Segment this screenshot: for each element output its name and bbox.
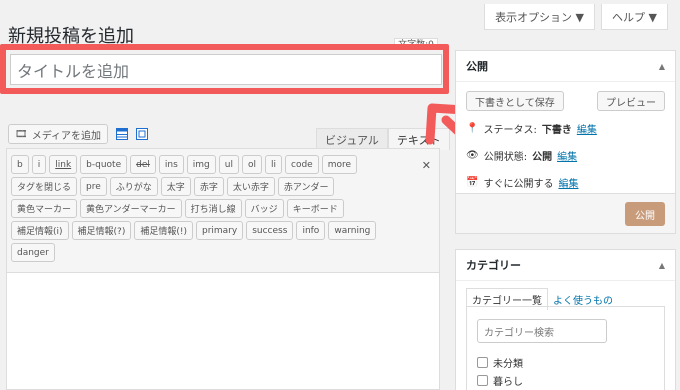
screen-meta-links: 表示オプション ▼ ヘルプ ▼ [484, 4, 668, 30]
visibility-label: 公開状態: [483, 152, 528, 163]
table-icon[interactable] [116, 128, 129, 140]
quicktags-row-3: 黄色マーカー 黄色アンダーマーカー 打ち消し線 バッジ キーボード [11, 199, 435, 218]
quicktag-button[interactable]: pre [80, 177, 107, 196]
quicktag-button[interactable]: 補足情報(!) [134, 221, 193, 240]
quicktag-button[interactable]: 補足情報(i) [11, 221, 69, 240]
status-value: 下書き [541, 125, 572, 136]
quicktags-toolbar: b i link b-quote del ins img ul ol li code more タグを… [7, 149, 439, 273]
quicktag-button[interactable]: 黄色アンダーマーカー [80, 199, 182, 218]
quicktags-row-5: danger [11, 243, 435, 262]
schedule-row: 📅 すぐに公開する 編集 [466, 175, 578, 190]
quicktag-button[interactable]: i [31, 155, 47, 174]
quicktag-button[interactable]: code [285, 155, 319, 174]
publish-box: 公開 ▲ 下書きとして保存 プレビュー 📍 ステータス: 下書き 編集 👁 公開… [455, 50, 676, 234]
checkbox[interactable] [477, 375, 488, 386]
publish-button[interactable]: 公開 [625, 202, 665, 226]
quicktag-button[interactable]: キーボード [286, 199, 344, 218]
help-button[interactable]: ヘルプ ▼ [601, 4, 668, 30]
quicktags-row-1: b i link b-quote del ins img ul ol li code more [11, 155, 435, 174]
quicktag-button[interactable]: b [11, 155, 29, 174]
category-box: カテゴリー ▲ カテゴリー一覧 よく使うもの カテゴリー検索 未分類 暮らし [455, 249, 676, 390]
category-label: 暮らし [493, 377, 523, 388]
quicktag-button[interactable]: li [265, 155, 283, 174]
quicktag-button[interactable]: danger [11, 243, 55, 262]
quicktags-row-2: タグを閉じる pre ふりがな 太字 赤字 太い赤字 赤アンダー [11, 177, 435, 196]
tab-text[interactable]: テキスト [387, 128, 450, 150]
quicktag-button[interactable]: 太い赤字 [226, 177, 275, 196]
quicktag-button[interactable]: 赤字 [193, 177, 224, 196]
quicktags-row-4: 補足情報(i) 補足情報(?) 補足情報(!) primary success info w… [11, 221, 435, 240]
editor-tabs: ビジュアル テキスト [316, 128, 450, 150]
visibility-value: 公開 [532, 152, 553, 163]
quicktag-button[interactable]: del [130, 155, 156, 174]
fullscreen-icon[interactable]: ✕ [422, 159, 431, 172]
category-item[interactable]: 暮らし [477, 373, 523, 388]
add-media-button[interactable]: 🎞 メディアを追加 [8, 124, 109, 144]
content-editor[interactable]: b i link b-quote del ins img ul ol li code more タグを… [6, 148, 440, 390]
schedule-edit-link[interactable]: 編集 [558, 175, 578, 190]
pin-icon: 📍 [466, 123, 479, 134]
category-item[interactable]: 未分類 [477, 355, 523, 370]
quicktag-button[interactable]: タグを閉じる [11, 177, 78, 196]
quicktag-button[interactable]: warning [328, 221, 377, 240]
preview-button[interactable]: プレビュー [597, 91, 665, 111]
visibility-row: 👁 公開状態: 公開 編集 [466, 148, 577, 163]
add-media-label: メディアを追加 [31, 130, 102, 142]
category-search-input[interactable]: カテゴリー検索 [477, 319, 607, 343]
quicktag-button[interactable]: success [246, 221, 294, 240]
visibility-edit-link[interactable]: 編集 [557, 148, 577, 163]
tab-visual[interactable]: ビジュアル [316, 128, 388, 150]
quicktag-button[interactable]: 打ち消し線 [184, 199, 242, 218]
quicktag-button[interactable]: ins [158, 155, 184, 174]
checkbox[interactable] [477, 357, 488, 368]
quicktag-button[interactable]: primary [195, 221, 244, 240]
save-draft-button[interactable]: 下書きとして保存 [466, 91, 564, 111]
quicktag-button[interactable]: 黄色マーカー [11, 199, 78, 218]
quicktag-button[interactable]: more [321, 155, 358, 174]
media-buttons: 🎞 メディアを追加 [8, 124, 149, 144]
category-box-header[interactable]: カテゴリー ▲ [456, 250, 675, 281]
quicktag-button[interactable]: img [186, 155, 216, 174]
publish-box-header[interactable]: 公開 ▲ [456, 51, 675, 82]
calendar-icon: 📅 [466, 177, 479, 188]
display-options-button[interactable]: 表示オプション ▼ [484, 4, 596, 30]
grid-icon[interactable] [136, 128, 149, 140]
quicktag-button[interactable]: info [296, 221, 326, 240]
quicktag-button[interactable]: link [49, 155, 78, 174]
schedule-label: すぐに公開する [483, 179, 554, 190]
quicktag-button[interactable]: バッジ [244, 199, 284, 218]
media-icon: 🎞 [15, 128, 28, 140]
category-panel: カテゴリー検索 未分類 暮らし [466, 306, 665, 390]
eye-icon: 👁 [466, 150, 479, 161]
post-title-input[interactable]: タイトルを追加 [10, 54, 442, 85]
status-label: ステータス: [483, 125, 537, 136]
status-row: 📍 ステータス: 下書き 編集 [466, 121, 597, 136]
quicktag-button[interactable]: ol [241, 155, 262, 174]
category-label: 未分類 [493, 359, 523, 370]
category-box-title: カテゴリー [466, 259, 521, 272]
title-highlight-frame: タイトルを追加 [0, 44, 449, 94]
status-edit-link[interactable]: 編集 [577, 121, 597, 136]
quicktag-button[interactable]: 赤アンダー [277, 177, 335, 196]
quicktag-button[interactable]: 補足情報(?) [71, 221, 132, 240]
collapse-toggle-icon[interactable]: ▲ [659, 261, 665, 270]
collapse-toggle-icon[interactable]: ▲ [659, 62, 665, 71]
quicktag-button[interactable]: ふりがな [109, 177, 158, 196]
publish-box-title: 公開 [466, 60, 488, 73]
quicktag-button[interactable]: ul [218, 155, 239, 174]
quicktag-button[interactable]: 太字 [160, 177, 191, 196]
quicktag-button[interactable]: b-quote [80, 155, 128, 174]
publish-actions: 公開 [456, 193, 675, 233]
